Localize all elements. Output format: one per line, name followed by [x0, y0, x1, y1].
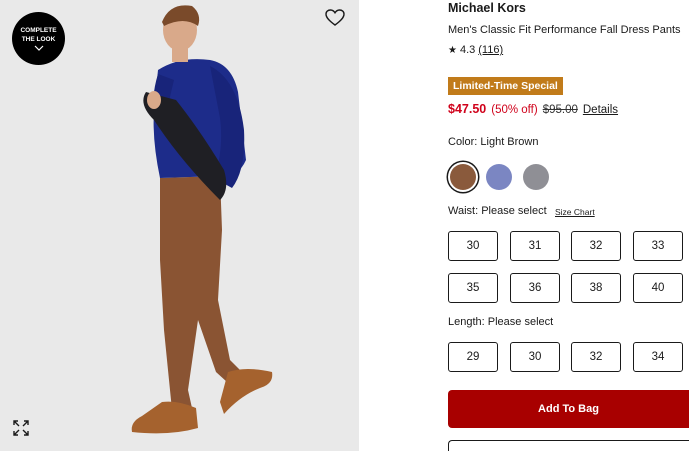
discount-percent: (50% off)	[491, 104, 538, 116]
original-price: $95.00	[542, 104, 578, 116]
limited-time-badge: Limited-Time Special	[448, 77, 563, 95]
details-link[interactable]: Details	[583, 104, 618, 116]
review-count-link[interactable]: (116)	[478, 44, 503, 56]
product-image	[131, 5, 273, 434]
sale-price: $47.50	[448, 102, 487, 116]
swatch-light-brown[interactable]	[450, 164, 476, 190]
price-row: $47.50 (50% off) $95.00 Details	[448, 102, 618, 116]
brand-name[interactable]: Michael Kors	[448, 1, 526, 15]
expand-icon[interactable]	[13, 420, 29, 436]
size-chart-link[interactable]: Size Chart	[555, 207, 595, 217]
waist-option[interactable]: 40	[633, 273, 683, 303]
waist-option[interactable]: 35	[448, 273, 498, 303]
length-option[interactable]: 32	[571, 342, 621, 372]
badge-line-1: COMPLETE	[20, 27, 57, 34]
product-image-area: COMPLETE THE LOOK	[0, 0, 359, 451]
star-icon: ★	[448, 44, 457, 56]
color-label: Color: Light Brown	[448, 136, 539, 148]
waist-option[interactable]: 38	[571, 273, 621, 303]
product-title: Men's Classic Fit Performance Fall Dress…	[448, 24, 681, 36]
secondary-action-button[interactable]	[448, 440, 689, 451]
swatch-gray[interactable]	[523, 164, 549, 190]
complete-the-look-button[interactable]: COMPLETE THE LOOK	[12, 12, 65, 65]
waist-option[interactable]: 30	[448, 231, 498, 261]
length-option[interactable]: 30	[510, 342, 560, 372]
heart-icon[interactable]	[325, 9, 345, 27]
waist-option[interactable]: 36	[510, 273, 560, 303]
rating[interactable]: ★ 4.3 (116)	[448, 44, 503, 56]
waist-option[interactable]: 32	[571, 231, 621, 261]
add-to-bag-button[interactable]: Add To Bag	[448, 390, 689, 428]
length-option[interactable]: 29	[448, 342, 498, 372]
waist-option[interactable]: 33	[633, 231, 683, 261]
product-info-panel: Michael Kors Men's Classic Fit Performan…	[448, 0, 689, 451]
swatch-blue[interactable]	[486, 164, 512, 190]
waist-label: Waist: Please select	[448, 205, 547, 217]
length-label: Length: Please select	[448, 316, 554, 328]
length-option[interactable]: 34	[633, 342, 683, 372]
chevron-down-icon	[34, 45, 43, 51]
badge-line-2: THE LOOK	[21, 36, 56, 43]
rating-value: 4.3	[459, 44, 476, 56]
waist-option[interactable]: 31	[510, 231, 560, 261]
